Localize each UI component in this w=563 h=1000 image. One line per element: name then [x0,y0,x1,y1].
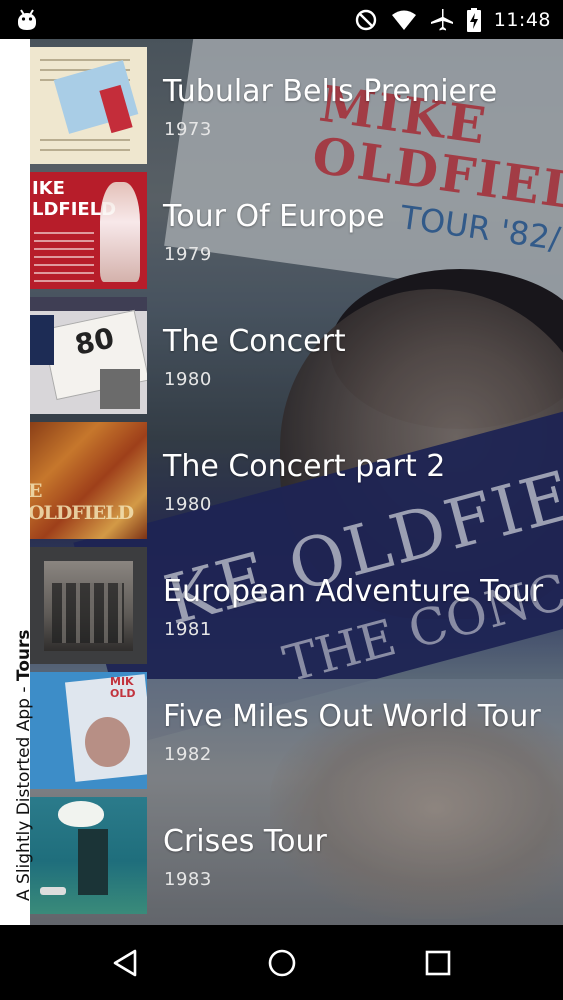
tour-list-item[interactable]: E OLDFIELD The Concert part 2 1980 [30,414,563,539]
clock: 11:48 [493,9,551,31]
tour-year: 1973 [164,119,212,140]
tour-list-item[interactable]: 80 The Concert 1980 [30,289,563,414]
tour-year: 1981 [164,619,212,640]
tour-title: The Concert [163,324,346,359]
tour-thumbnail: IKE LDFIELD [30,172,147,289]
tour-title: Five Miles Out World Tour [163,699,541,734]
wifi-icon [391,9,417,31]
tour-year: 1983 [164,869,212,890]
tour-thumbnail [30,47,147,164]
tour-thumbnail [30,547,147,664]
battery-charging-icon [466,8,481,32]
navigation-bar [0,925,563,1000]
tour-thumbnail: 80 [30,297,147,414]
tour-title: Tubular Bells Premiere [163,74,498,109]
do-not-disturb-icon [354,8,378,32]
tour-thumbnail: E OLDFIELD [30,422,147,539]
tour-list-item[interactable]: MIK OLD Five Miles Out World Tour 1982 [30,664,563,789]
tours-screen: MIKE OLDFIELD TOUR '82/ KE OLDFIE THE CON… [0,39,563,925]
side-label-strip: A Slightly Distorted App - Tours [0,39,34,925]
tour-title: The Concert part 2 [163,449,446,484]
tour-title: European Adventure Tour [163,574,544,609]
tour-thumbnail: MIK OLD [30,672,147,789]
status-bar: 11:48 [0,0,563,39]
home-icon[interactable] [264,945,300,981]
tour-title: Tour Of Europe [163,199,385,234]
tour-thumbnail [30,797,147,914]
recent-apps-icon[interactable] [420,945,456,981]
back-icon[interactable] [107,945,143,981]
android-debug-icon [14,7,40,33]
tour-year: 1980 [164,369,212,390]
tour-year: 1979 [164,244,212,265]
airplane-mode-icon [430,8,454,32]
tour-year: 1980 [164,494,212,515]
tour-list-item[interactable]: IKE LDFIELD Tour Of Europe 1979 [30,164,563,289]
tour-list-item[interactable]: European Adventure Tour 1981 [30,539,563,664]
tour-year: 1982 [164,744,212,765]
tour-list: Tubular Bells Premiere 1973 IKE LDFIELD … [30,39,563,914]
app-section-label: A Slightly Distorted App - Tours [14,629,34,901]
tour-title: Crises Tour [163,824,327,859]
tour-list-item[interactable]: Tubular Bells Premiere 1973 [30,39,563,164]
tour-list-item[interactable]: Crises Tour 1983 [30,789,563,914]
